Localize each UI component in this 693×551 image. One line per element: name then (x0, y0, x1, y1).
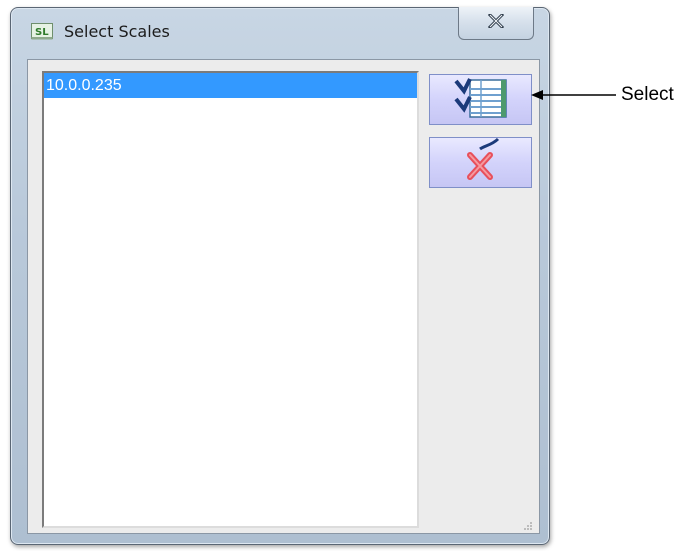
title-bar[interactable]: SL Select Scales (11, 7, 549, 56)
checklist-icon (448, 75, 514, 124)
app-icon: SL (31, 23, 53, 40)
select-button[interactable] (429, 74, 532, 125)
dialog-client-area: 10.0.0.235 (27, 59, 540, 534)
window-title: Select Scales (64, 22, 170, 41)
red-x-icon (448, 137, 514, 188)
callout-label: Select (621, 84, 674, 105)
select-scales-dialog: SL Select Scales 10.0.0.235 (10, 7, 550, 545)
close-icon (487, 12, 505, 33)
scales-listbox[interactable]: 10.0.0.235 (42, 71, 419, 528)
cancel-button[interactable] (429, 137, 532, 188)
list-item-scale[interactable]: 10.0.0.235 (44, 73, 417, 98)
resize-grip-icon[interactable] (523, 518, 533, 530)
svg-text:SL: SL (35, 27, 49, 38)
callout-arrow-icon (531, 88, 616, 102)
close-button[interactable] (458, 7, 534, 40)
